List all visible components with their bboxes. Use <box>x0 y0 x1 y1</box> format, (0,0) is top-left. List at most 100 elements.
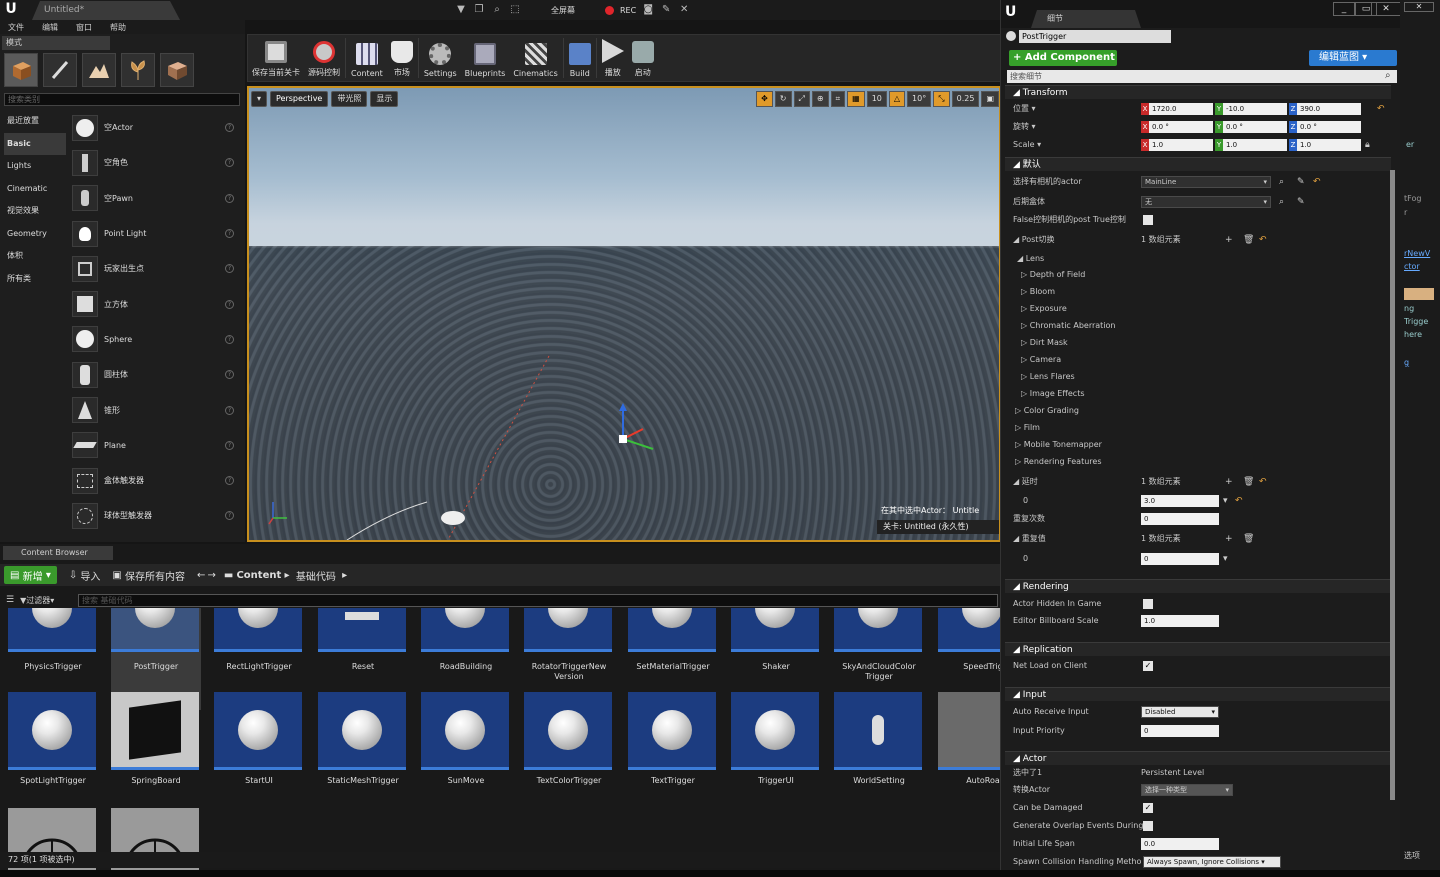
location-z-field[interactable]: 390.0 <box>1297 103 1361 115</box>
menu-window[interactable]: 窗口 <box>76 22 92 33</box>
geometry-mode-icon[interactable] <box>160 53 194 87</box>
dropdown-icon[interactable]: ▼ <box>455 4 467 16</box>
close-icon[interactable]: ✕ <box>1371 2 1401 16</box>
list-item[interactable]: 盒体触发器? <box>68 463 240 498</box>
location-y-field[interactable]: -10.0 <box>1223 103 1287 115</box>
transform-section[interactable]: ◢ Transform <box>1005 85 1391 99</box>
restore-icon[interactable]: ❐ <box>473 4 485 16</box>
help-icon[interactable]: ? <box>225 405 234 415</box>
list-item[interactable]: 空Actor? <box>68 110 240 145</box>
menu-help[interactable]: 帮助 <box>110 22 126 33</box>
play-button[interactable]: 播放 <box>601 35 624 81</box>
trash-icon[interactable]: 🗑︎ <box>1243 234 1254 246</box>
chevron-right-icon[interactable]: ▸ <box>336 570 347 581</box>
lens-item[interactable]: ▷ Image Effects <box>1021 386 1401 402</box>
scale-z-field[interactable]: 1.0 <box>1297 139 1361 151</box>
content-button[interactable]: Content <box>351 35 383 81</box>
repeat-count-field[interactable]: 0 <box>1141 513 1219 525</box>
chevron-down-icon[interactable]: ▾ <box>1223 495 1233 507</box>
build-button[interactable]: Build <box>568 35 591 81</box>
lens-item[interactable]: ▷ Dirt Mask <box>1021 335 1401 351</box>
list-item[interactable]: Plane? <box>68 428 240 463</box>
help-icon[interactable]: ? <box>225 299 234 309</box>
list-item[interactable]: Sphere? <box>68 322 240 357</box>
post-item[interactable]: ▷ Color Grading <box>1015 403 1395 419</box>
add-element-icon[interactable]: + <box>1225 533 1235 545</box>
edit-blueprint-button[interactable]: 编辑蓝图 ▾ <box>1309 50 1397 66</box>
lock-icon[interactable]: 🔒︎ <box>1365 139 1375 151</box>
trash-icon[interactable]: 🗑︎ <box>1243 476 1254 488</box>
list-item[interactable]: 空Pawn? <box>68 181 240 216</box>
place-mode-icon[interactable] <box>4 53 38 87</box>
net-load-checkbox[interactable]: ✓ <box>1143 661 1153 671</box>
search-icon[interactable]: ⌕ <box>1385 70 1391 81</box>
scale-label[interactable]: Scale ▾ <box>1013 140 1041 149</box>
sources-toggle-icon[interactable]: ☰ <box>6 595 14 605</box>
lens-item[interactable]: ▷ Exposure <box>1021 301 1401 317</box>
help-icon[interactable]: ? <box>225 158 234 168</box>
input-priority-field[interactable]: 0 <box>1141 725 1219 737</box>
menu-file[interactable]: 文件 <box>8 22 24 33</box>
spawn-collision-dropdown[interactable]: Always Spawn, Ignore Collisions ▾ <box>1143 856 1281 868</box>
list-item[interactable]: 锥形? <box>68 392 240 427</box>
rendering-section[interactable]: ◢ Rendering <box>1005 579 1391 593</box>
reset-arrow-icon[interactable]: ↶ <box>1313 176 1323 188</box>
camera-icon[interactable]: ◙ <box>642 4 654 16</box>
list-item[interactable]: Point Light? <box>68 216 240 251</box>
post-item[interactable]: ▷ Film <box>1015 420 1395 436</box>
lens-item[interactable]: ▷ Lens Flares <box>1021 369 1401 385</box>
asset-tile[interactable]: SunMove <box>421 692 511 796</box>
scale-y-field[interactable]: 1.0 <box>1223 139 1287 151</box>
asset-tile[interactable]: TextColorTrigger <box>524 692 614 796</box>
picker-icon[interactable]: ✎ <box>1297 196 1307 208</box>
blueprints-button[interactable]: Blueprints <box>465 35 505 81</box>
details-search-input[interactable]: 搜索细节 <box>1007 70 1397 83</box>
rotation-z-field[interactable]: 0.0 ° <box>1297 121 1361 133</box>
life-span-field[interactable]: 0.0 <box>1141 838 1219 850</box>
lens-item[interactable]: ▷ Bloom <box>1021 284 1401 300</box>
lens-item[interactable]: ▷ Depth of Field <box>1021 267 1401 283</box>
category-geometry[interactable]: Geometry <box>4 223 66 246</box>
search-icon[interactable]: ⌕ <box>1279 196 1289 208</box>
reset-value-label[interactable]: ◢ 重复值 <box>1013 534 1046 543</box>
category-volumes[interactable]: 体积 <box>4 245 66 268</box>
asset-search-input[interactable]: 搜索 基础代码 <box>78 594 998 607</box>
strip-link[interactable]: rNewV <box>1404 249 1430 258</box>
help-icon[interactable]: ? <box>225 264 234 274</box>
billboard-scale-field[interactable]: 1.0 <box>1141 615 1219 627</box>
asset-tile[interactable]: AutoRoa <box>938 692 1001 796</box>
content-browser-tab[interactable]: Content Browser <box>3 546 113 560</box>
transform-gizmo-icon[interactable] <box>609 403 659 453</box>
minimize-icon[interactable]: _ <box>1333 2 1355 16</box>
help-icon[interactable]: ? <box>225 193 234 203</box>
delay-value-field[interactable]: 3.0 <box>1141 495 1219 507</box>
fullscreen-frame-icon[interactable]: ⬚ <box>509 4 521 16</box>
hidden-in-game-checkbox[interactable] <box>1143 599 1153 609</box>
back-arrow-icon[interactable]: ← <box>197 566 205 584</box>
level-viewport[interactable]: ▾ Perspective 带光照 显示 ✥ ↻ ⤢ ⊕ ⌗ ▦ 10 △ 10… <box>247 86 1001 542</box>
foliage-mode-icon[interactable] <box>121 53 155 87</box>
trash-icon[interactable]: 🗑︎ <box>1243 533 1254 545</box>
lens-item[interactable]: ▷ Camera <box>1021 352 1401 368</box>
import-button[interactable]: ⇩ 导入 <box>69 566 101 584</box>
scale-x-field[interactable]: 1.0 <box>1149 139 1213 151</box>
reset-value-field[interactable]: 0 <box>1141 553 1219 565</box>
new-button[interactable]: ▤ 新增 ▾ <box>4 566 57 584</box>
forward-arrow-icon[interactable]: → <box>207 566 215 584</box>
close-icon[interactable]: ✕ <box>1404 2 1434 12</box>
document-tab[interactable]: Untitled* <box>32 1 180 20</box>
list-item[interactable]: 球体型触发器? <box>68 498 240 533</box>
pen-icon[interactable]: ✎ <box>660 4 672 16</box>
search-icon[interactable]: ⌕ <box>1279 176 1289 188</box>
source-control-button[interactable]: 源码控制 <box>308 35 340 81</box>
landscape-mode-icon[interactable] <box>82 53 116 87</box>
filters-button[interactable]: ▼过滤器▾ <box>20 595 54 606</box>
search-icon[interactable]: ⌕ <box>491 4 503 16</box>
strip-options[interactable]: 选项 <box>1404 850 1420 861</box>
help-icon[interactable]: ? <box>225 440 234 450</box>
false-toggle-checkbox[interactable] <box>1143 215 1153 225</box>
details-tab[interactable]: 细节 <box>1031 10 1141 28</box>
modes-tab[interactable]: 模式 <box>2 36 110 50</box>
asset-tile[interactable]: StartUI <box>214 692 304 796</box>
list-item[interactable]: 玩家出生点? <box>68 251 240 286</box>
